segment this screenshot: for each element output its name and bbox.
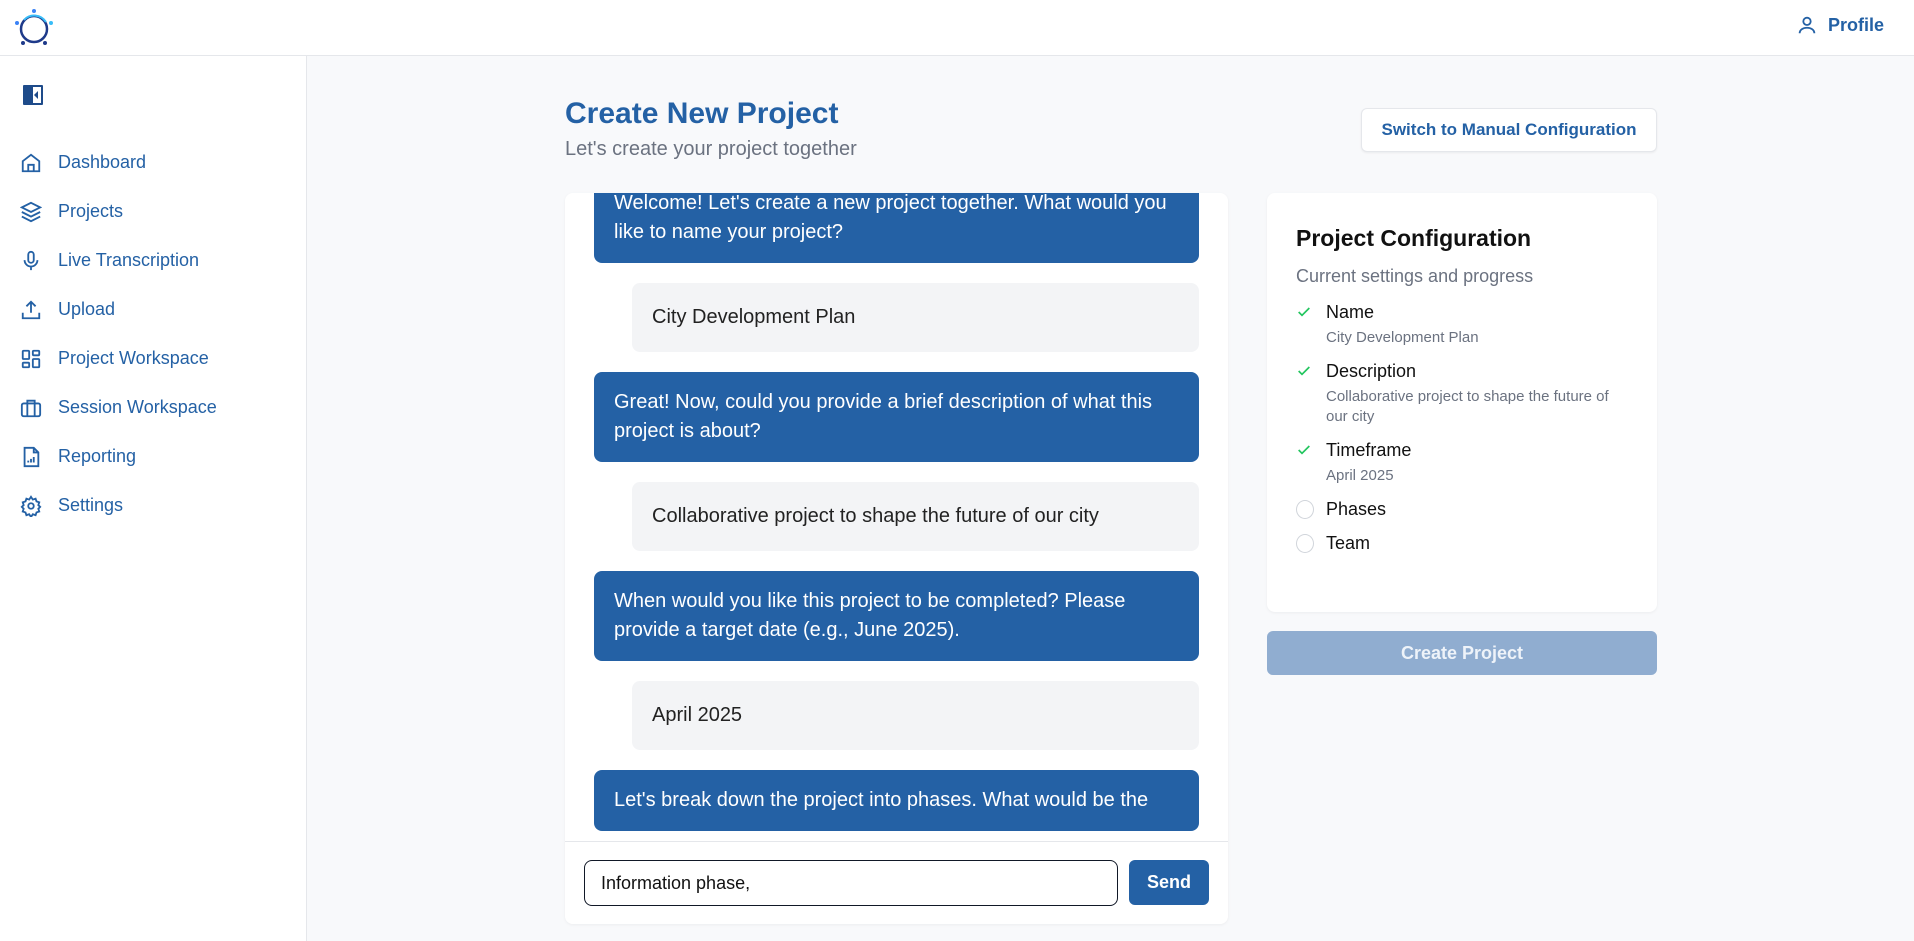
config-item-label: Description (1326, 361, 1417, 381)
project-configuration-card: Project Configuration Current settings a… (1267, 193, 1657, 612)
page-subtitle: Let's create your project together (565, 138, 857, 160)
sidebar-item-label: Session Workspace (58, 397, 217, 417)
bot-message: Great! Now, could you provide a brief de… (594, 372, 1199, 462)
sidebar-item-dashboard[interactable]: Dashboard (0, 138, 306, 187)
bot-message: Welcome! Let's create a new project toge… (594, 193, 1199, 263)
sidebar-item-label: Reporting (58, 446, 137, 466)
report-icon (23, 446, 40, 467)
sidebar-item-reporting[interactable]: Reporting (0, 432, 306, 481)
sidebar-collapse-icon[interactable] (22, 84, 44, 106)
sidebar-item-session-workspace[interactable]: Session Workspace (0, 383, 306, 432)
microphone-icon (23, 250, 39, 270)
switch-to-manual-button[interactable]: Switch to Manual Configuration (1361, 108, 1657, 152)
profile-button[interactable]: Profile (1796, 14, 1884, 36)
config-item-value: Collaborative project to shape the futur… (1326, 388, 1609, 425)
config-item-phases: Phases (1296, 498, 1628, 520)
bot-message: Let's break down the project into phases… (594, 770, 1199, 831)
sidebar-item-upload[interactable]: Upload (0, 285, 306, 334)
config-subtitle: Current settings and progress (1296, 266, 1534, 286)
gear-icon (20, 494, 42, 517)
sidebar-item-label: Settings (58, 495, 124, 515)
config-item-timeframe: Timeframe April 2025 (1296, 439, 1628, 486)
layers-icon (20, 201, 42, 222)
app-logo[interactable] (12, 6, 56, 50)
user-icon (1798, 16, 1816, 34)
upload-icon (21, 299, 41, 319)
pending-circle-icon (1296, 533, 1314, 553)
user-message: April 2025 (632, 681, 1199, 750)
bot-message: When would you like this project to be c… (594, 571, 1199, 661)
config-title: Project Configuration (1296, 225, 1532, 251)
check-icon (1298, 445, 1310, 455)
sidebar: Dashboard Projects Live Transcription Up… (0, 56, 307, 941)
sidebar-item-label: Live Transcription (58, 250, 200, 270)
sidebar-item-label: Project Workspace (58, 348, 209, 368)
sidebar-item-label: Projects (58, 201, 124, 221)
chat-footer: Send (565, 841, 1228, 924)
chat-messages[interactable]: Welcome! Let's create a new project toge… (565, 193, 1228, 841)
config-item-label: Phases (1326, 499, 1387, 519)
home-icon (21, 153, 41, 172)
page-title: Create New Project (565, 97, 839, 130)
config-item-team: Team (1296, 532, 1628, 554)
sidebar-item-settings[interactable]: Settings (0, 481, 306, 530)
sidebar-item-project-workspace[interactable]: Project Workspace (0, 334, 306, 383)
top-bar: Profile (0, 0, 1914, 56)
grid-icon (21, 349, 41, 368)
sidebar-item-label: Dashboard (58, 152, 147, 172)
sidebar-nav: Dashboard Projects Live Transcription Up… (0, 138, 306, 530)
config-item-name: Name City Development Plan (1296, 301, 1628, 348)
config-item-value: City Development Plan (1326, 329, 1479, 346)
config-item-description: Description Collaborative project to shap… (1296, 360, 1628, 427)
chat-panel: Welcome! Let's create a new project toge… (565, 193, 1228, 924)
check-icon (1298, 366, 1310, 376)
config-item-label: Team (1326, 533, 1371, 553)
chat-input[interactable] (584, 860, 1118, 906)
briefcase-icon (20, 399, 42, 417)
user-message: City Development Plan (632, 283, 1199, 352)
sidebar-item-label: Upload (58, 299, 116, 319)
sidebar-item-projects[interactable]: Projects (0, 187, 306, 236)
config-item-label: Name (1326, 302, 1375, 322)
config-item-label: Timeframe (1326, 440, 1412, 460)
user-message: Collaborative project to shape the futur… (632, 482, 1199, 551)
send-button[interactable]: Send (1129, 860, 1209, 905)
sidebar-item-live-transcription[interactable]: Live Transcription (0, 236, 306, 285)
check-icon (1298, 307, 1310, 317)
create-project-button[interactable]: Create Project (1267, 631, 1657, 675)
config-item-value: April 2025 (1326, 467, 1394, 484)
profile-label: Profile (1827, 14, 1884, 35)
pending-circle-icon (1296, 499, 1314, 519)
